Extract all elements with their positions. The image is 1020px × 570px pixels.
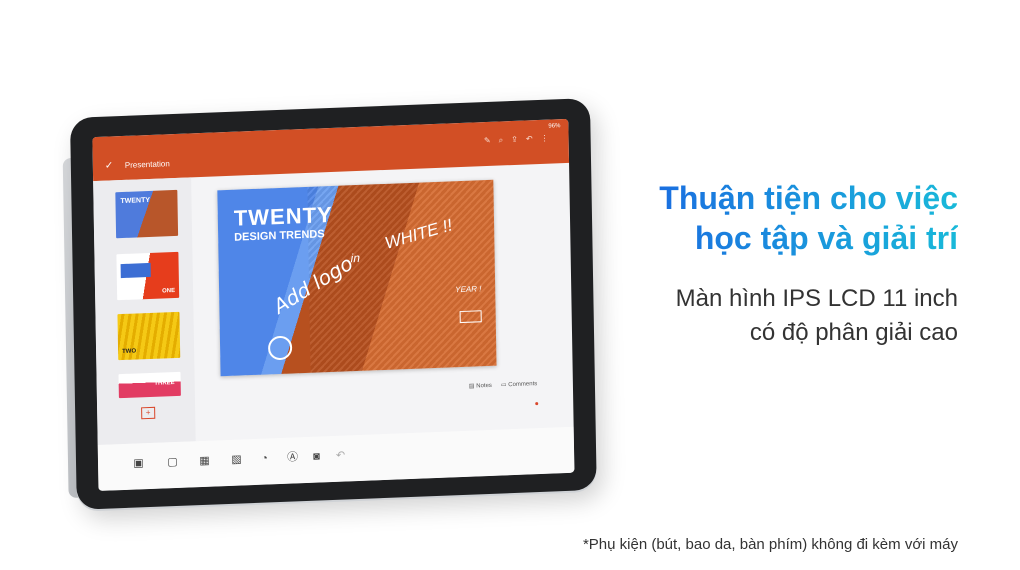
thumbnail-4[interactable]: THREE [118,371,181,399]
annotation-circle [267,335,293,361]
undo-tool-icon[interactable]: ↶ [334,449,347,462]
page-indicator [535,402,539,406]
tablet-screen: ✓ Presentation ✎⌕⇪↶⋮ 96% TWENTY ONE TWO … [92,118,575,491]
table-icon[interactable]: ▦ [198,455,211,468]
app-title: Presentation [124,159,170,170]
thumbnail-label: TWENTY [120,196,151,206]
main-slide[interactable]: TWENTY DESIGN TRENDS Add logo in WHITE !… [217,179,497,377]
thumbnail-graphic [120,262,151,279]
header-tools: ✎⌕⇪↶⋮ [484,133,557,146]
slide-thumbnails: TWENTY ONE TWO THREE + [93,177,196,445]
search-icon[interactable]: ⌕ [499,135,512,144]
camera-icon[interactable]: ◙ [310,450,323,463]
product-banner: ✓ Presentation ✎⌕⇪↶⋮ 96% TWENTY ONE TWO … [0,0,1020,570]
pen-icon[interactable]: ✎ [484,136,499,146]
comments-button[interactable]: ▭ Comments [501,380,537,388]
image-icon[interactable]: ▧ [230,453,243,466]
headline-line-2: học tập và giải trí [694,220,958,256]
subheadline-line-1: Màn hình IPS LCD 11 inch [675,285,958,312]
more-icon[interactable]: ⋮ [541,133,557,143]
slide-heading: TWENTY [233,201,333,231]
undo-icon[interactable]: ↶ [526,134,541,144]
comments-label: Comments [508,381,538,389]
layout-icon[interactable]: ▣ [132,457,145,470]
new-comment-icon[interactable]: ▢ [166,456,179,469]
thumbnail-label: ONE [162,287,176,295]
share-icon[interactable]: ⇪ [511,135,526,145]
annotation-year: YEAR ! [455,284,482,295]
annotation-box [459,310,482,324]
subheadline-line-2: có độ phân giải cao [749,319,958,346]
shapes-icon[interactable]: ◔ [258,452,271,465]
tablet-device: ✓ Presentation ✎⌕⇪↶⋮ 96% TWENTY ONE TWO … [62,98,597,510]
done-check-icon[interactable]: ✓ [105,160,114,171]
thumbnail-3[interactable]: TWO [117,311,181,361]
subheadline: Màn hình IPS LCD 11 inch có độ phân giải… [676,282,958,350]
thumbnail-label: TWO [122,348,137,356]
headline: Thuận tiện cho việc học tập và giải trí [659,178,958,258]
thumbnail-1[interactable]: TWENTY [115,189,179,239]
thumbnail-2[interactable]: ONE [116,251,180,301]
thumbnail-label: THREE [154,380,175,387]
status-battery: 96% [548,123,561,130]
accessory-footnote: *Phụ kiện (bút, bao da, bàn phím) không … [582,536,958,553]
textbox-icon[interactable]: Ⓐ [286,451,299,464]
notes-label: Notes [476,382,492,390]
headline-line-1: Thuận tiện cho việc [659,180,958,216]
annotation-in: in [350,250,361,266]
add-slide-icon[interactable]: + [141,406,156,420]
notes-button[interactable]: ▤ Notes [469,382,492,390]
